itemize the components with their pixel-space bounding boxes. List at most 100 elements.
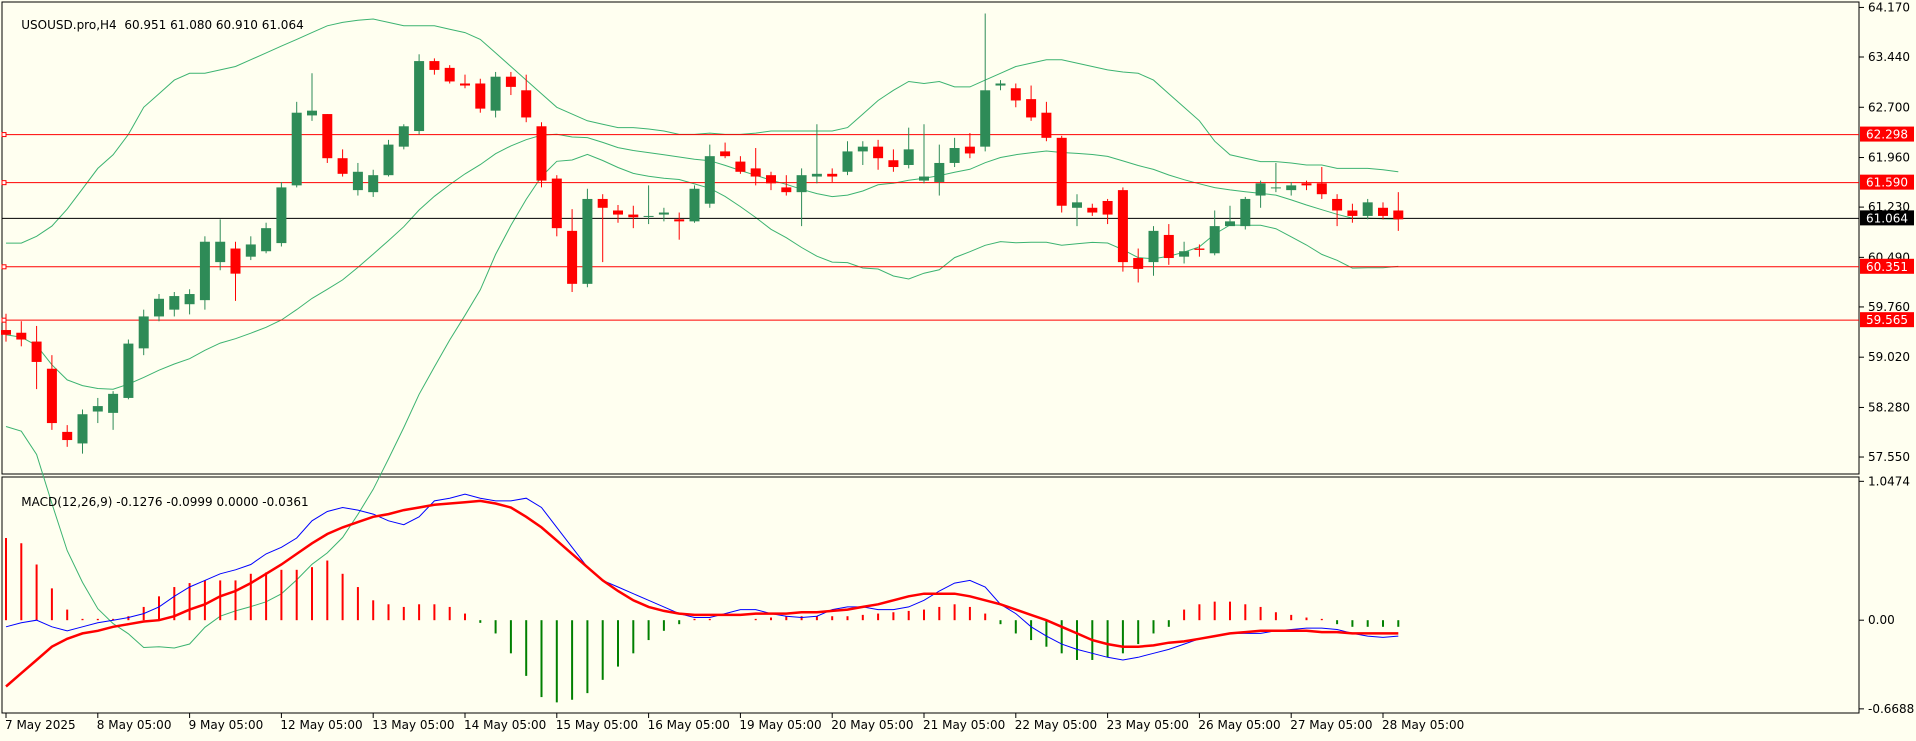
level-price-label: 59.565 <box>1866 313 1908 327</box>
macd-tick-label: -0.6688 <box>1868 702 1914 716</box>
candle-bear <box>322 114 333 159</box>
candle-bear <box>720 151 731 157</box>
macd-label: MACD(12,26,9) <box>21 495 113 509</box>
candle-bull <box>1255 183 1266 196</box>
candle-bull <box>199 241 210 301</box>
candle-bear <box>429 61 440 70</box>
candle-bull <box>398 126 409 147</box>
candle-bear <box>628 214 639 218</box>
candle-bear <box>613 210 623 215</box>
candle-bull <box>842 151 853 172</box>
candle-bull <box>1362 202 1373 216</box>
candle-bear <box>873 146 884 159</box>
candle-bull <box>658 212 669 215</box>
candle-bear <box>1087 207 1098 213</box>
candle-bear <box>750 168 761 177</box>
candle-bull <box>857 146 868 152</box>
candle-bull <box>154 298 164 317</box>
time-tick-label: 12 May 05:00 <box>280 718 362 732</box>
candle-bear <box>735 161 746 172</box>
candle-bull <box>261 228 272 252</box>
candle-bear <box>1163 234 1174 259</box>
candle-bear <box>62 431 73 441</box>
price-tick-label: 59.760 <box>1868 300 1910 314</box>
candle-bull <box>582 198 593 284</box>
candle-bull <box>949 148 960 163</box>
candle-bull <box>1270 187 1281 189</box>
current-price-label: 61.064 <box>1866 211 1908 225</box>
candle-bear <box>230 248 241 274</box>
candle-bull <box>276 187 287 244</box>
candle-bull <box>108 393 119 413</box>
candle-bull <box>77 414 88 444</box>
candle-bull <box>1225 221 1235 227</box>
candle-bear <box>827 173 838 177</box>
candle-bear <box>964 146 975 154</box>
candle-bear <box>1056 137 1067 206</box>
chart-window[interactable]: 64.170 63.440 62.700 61.960 61.230 60.490 59.7… <box>0 0 1916 737</box>
level-price-label: 61.590 <box>1866 176 1908 190</box>
candle-bull <box>934 162 945 182</box>
candle-bear <box>1301 183 1312 186</box>
chart-canvas[interactable]: 64.17063.44062.70061.96061.23060.49059.7… <box>0 0 1916 737</box>
time-tick-label: 8 May 05:00 <box>97 718 172 732</box>
price-tick-label: 63.440 <box>1868 50 1910 64</box>
candle-bear <box>536 126 547 181</box>
candle-bull <box>352 171 363 191</box>
candle-bear <box>1133 258 1144 269</box>
time-tick-label: 19 May 05:00 <box>739 718 821 732</box>
candle-bull <box>704 156 715 204</box>
candle-bull <box>903 149 914 165</box>
candle-bull <box>689 188 700 222</box>
time-tick-label: 27 May 05:00 <box>1290 718 1372 732</box>
macd-header: MACD(12,26,9) -0.1276 -0.0999 0.0000 -0.… <box>6 481 309 523</box>
candle-bear <box>674 219 685 222</box>
candle-bear <box>1010 88 1021 101</box>
candle-bear <box>1 330 11 335</box>
candle-bear <box>781 187 792 193</box>
candle-bull <box>291 112 302 186</box>
time-tick-label: 20 May 05:00 <box>831 718 913 732</box>
time-tick-label: 9 May 05:00 <box>189 718 264 732</box>
level-handle-62.298 <box>1 132 7 138</box>
ohlc-values: 60.951 61.080 60.910 61.064 <box>124 18 304 32</box>
candle-bear <box>1102 200 1113 215</box>
macd-values: -0.1276 -0.0999 0.0000 -0.0361 <box>116 495 309 509</box>
candle-bull <box>643 215 654 217</box>
candle-bull <box>383 144 394 176</box>
price-tick-label: 59.020 <box>1868 350 1910 364</box>
price-tick-label: 61.960 <box>1868 151 1910 165</box>
candle-bear <box>1378 207 1388 216</box>
candle-bear <box>1393 210 1404 220</box>
candle-bear <box>46 368 57 424</box>
candle-bull <box>169 296 180 310</box>
candle-bull <box>490 76 501 111</box>
candle-bull <box>1286 185 1297 191</box>
candle-bull <box>995 83 1006 86</box>
candle-bull <box>811 173 822 177</box>
time-tick-label: 16 May 05:00 <box>648 718 730 732</box>
time-tick-label: 7 May 2025 <box>5 718 76 732</box>
candle-bear <box>444 67 455 82</box>
candle-bear <box>551 178 562 229</box>
candle-bear <box>505 76 516 87</box>
symbol-label: USOUSD.pro,H4 <box>21 18 117 32</box>
chart-header: USOUSD.pro,H4 60.951 61.080 60.910 61.06… <box>6 4 304 46</box>
candle-bear <box>1332 198 1343 211</box>
price-tick-label: 62.700 <box>1868 100 1910 114</box>
price-tick-label: 64.170 <box>1868 0 1910 14</box>
candle-bull <box>123 343 134 398</box>
candle-bear <box>460 83 470 86</box>
candle-bear <box>1347 210 1358 216</box>
candle-bear <box>521 90 532 118</box>
candle-bull <box>980 90 991 147</box>
macd-tick-label: 0.00 <box>1868 613 1895 627</box>
candle-bull <box>92 406 103 412</box>
time-tick-label: 28 May 05:00 <box>1382 718 1464 732</box>
candle-bear <box>1026 99 1037 118</box>
candle-bull <box>796 175 807 193</box>
candle-bull <box>307 110 317 116</box>
candle-bull <box>215 241 226 263</box>
candle-bull <box>1240 198 1251 227</box>
candle-bull <box>245 244 256 257</box>
